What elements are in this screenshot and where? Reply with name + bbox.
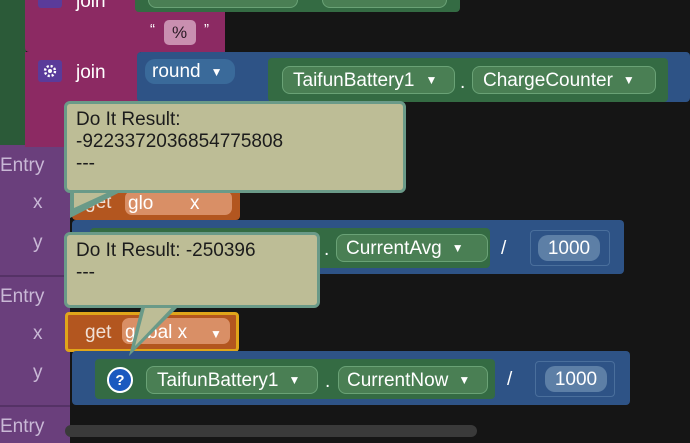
join2-dot: . (460, 72, 466, 93)
entry1-dot: . (324, 239, 330, 260)
entry1-property-label: CurrentAvg (346, 237, 442, 259)
entry1-divide: / (501, 238, 507, 259)
entry3-divider (0, 405, 70, 407)
entry2-param-y: y (33, 362, 43, 383)
join1-text-close-quote: ” (204, 21, 209, 38)
left-green-strip (0, 0, 26, 150)
chevron-down-icon: ▼ (210, 64, 223, 79)
result-bubble-1: Do It Result: -9223372036854775808 --- (64, 101, 406, 193)
join1-text-open-quote: “ (150, 21, 155, 38)
entry2-property-dropdown[interactable]: CurrentNow ▼ (338, 366, 488, 394)
join2-property-label: ChargeCounter (483, 69, 613, 91)
join1-label: join (76, 0, 106, 12)
gear-icon (43, 64, 57, 78)
join1-property-dropdown[interactable] (322, 0, 447, 8)
entry2-divisor-value: 1000 (554, 368, 598, 390)
join1-component-dropdown[interactable] (148, 0, 298, 8)
question-icon: ? (115, 371, 125, 389)
entry2-property-label: CurrentNow (347, 369, 449, 391)
chevron-down-icon: ▼ (288, 373, 301, 387)
join2-label: join (76, 62, 106, 83)
entry3-label: Entry (0, 416, 45, 437)
chevron-down-icon: ▼ (458, 373, 471, 387)
bubble2-tail (129, 300, 185, 356)
join2-component-dropdown[interactable]: TaifunBattery1 ▼ (282, 66, 455, 94)
entry1-param-x: x (33, 192, 43, 213)
join2-component-label: TaifunBattery1 (293, 69, 415, 91)
entry2-dot: . (325, 371, 331, 392)
join2-property-dropdown[interactable]: ChargeCounter ▼ (472, 66, 656, 94)
entry1-divisor-value: 1000 (547, 237, 591, 259)
entry2-label: Entry (0, 286, 45, 307)
round-label: round (152, 61, 201, 82)
chevron-down-icon: ▼ (425, 73, 438, 87)
round-dropdown[interactable]: round ▼ (145, 59, 235, 84)
entry2-divide: / (507, 369, 513, 390)
chevron-down-icon: ▼ (451, 241, 464, 255)
entry1-label: Entry (0, 155, 45, 176)
entry2-get-label: get (85, 322, 112, 343)
join2-gear-icon[interactable] (38, 60, 62, 82)
entry1-var-part2: x (190, 193, 200, 214)
horizontal-scrollbar[interactable] (65, 425, 477, 437)
entry1-divisor-input[interactable]: 1000 (538, 235, 600, 261)
entry2-divisor-input[interactable]: 1000 (545, 366, 607, 392)
entry2-divider (0, 275, 70, 277)
join1-text-value: % (172, 23, 188, 42)
join1-gear-icon[interactable] (38, 0, 62, 8)
entry1-property-dropdown[interactable]: CurrentAvg ▼ (336, 234, 488, 262)
chevron-down-icon: ▼ (622, 73, 635, 87)
entry1-param-y: y (33, 232, 43, 253)
entry2-param-x: x (33, 323, 43, 344)
result-bubble-2: Do It Result: -250396 --- (64, 232, 320, 308)
